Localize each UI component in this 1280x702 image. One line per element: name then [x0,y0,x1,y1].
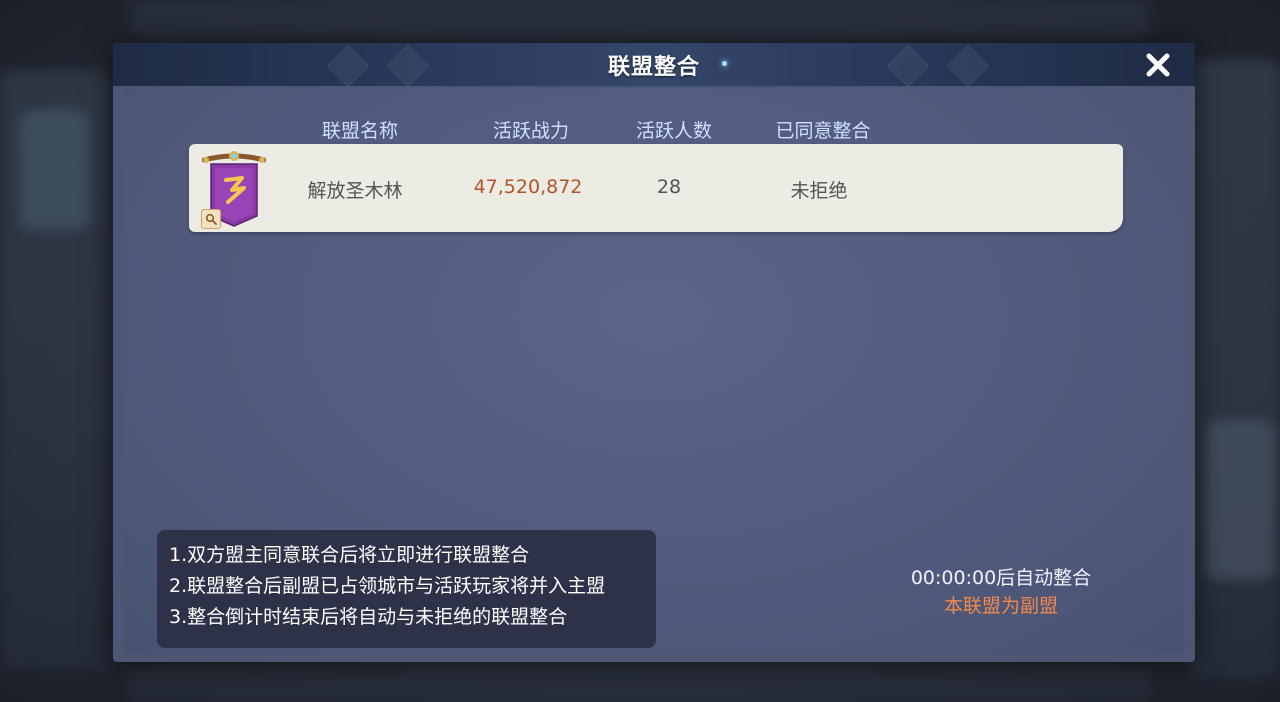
merge-countdown: 00:00:00后自动整合 [910,567,1092,589]
rule-item: 3.整合倒计时结束后将自动与未拒绝的联盟整合 [169,606,568,628]
background-shape [20,110,90,230]
header-ornament [386,44,430,88]
rule-item: 1.双方盟主同意联合后将立即进行联盟整合 [169,544,530,566]
dialog-title: 联盟整合 [607,54,700,80]
background-top [130,0,1150,40]
background-shape [1205,420,1275,580]
header-ornament [326,44,370,88]
active-members-value: 28 [656,176,682,198]
inspect-magnifier-icon[interactable] [201,209,221,229]
dialog-header: 联盟整合 [113,43,1195,88]
rules-box: 1.双方盟主同意联合后将立即进行联盟整合 2.联盟整合后副盟已占领城市与活跃玩家… [157,530,656,648]
close-icon [1146,53,1170,77]
background-bottom [130,665,1150,702]
agreement-status: 未拒绝 [790,180,848,202]
active-power-value: 47,520,872 [473,176,583,198]
rule-item: 2.联盟整合后副盟已占领城市与活跃玩家将并入主盟 [169,575,606,597]
background-right [1190,60,1280,680]
alliance-role-label: 本联盟为副盟 [943,595,1058,617]
title-sparkle-icon [722,61,727,66]
column-header-name: 联盟名称 [321,120,398,142]
header-ornament [886,44,930,88]
alliance-merge-dialog: 联盟整合 联盟名称 活跃战力 活跃人数 已同意整合 解放圣木林 47,520,8… [113,43,1195,662]
close-button[interactable] [1140,47,1176,83]
table-row[interactable]: 解放圣木林 47,520,872 28 未拒绝 [189,144,1123,232]
column-header-members: 活跃人数 [635,120,712,142]
column-header-agreed: 已同意整合 [775,120,871,142]
header-ornament [946,44,990,88]
column-header-power: 活跃战力 [492,120,569,142]
alliance-banner-emblem-icon[interactable] [201,150,267,229]
alliance-name: 解放圣木林 [307,180,403,202]
